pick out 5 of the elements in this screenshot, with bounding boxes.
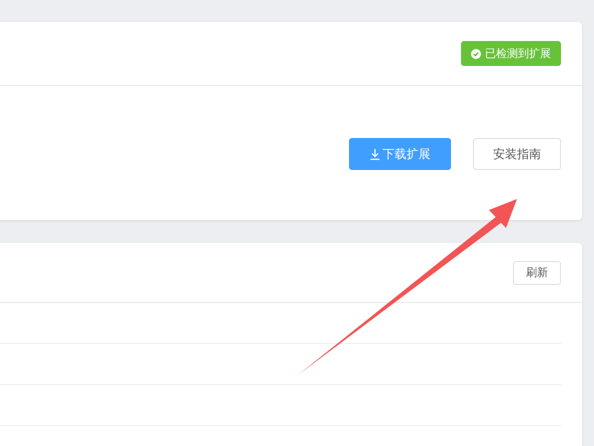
guide-button[interactable]: 安装指南 bbox=[473, 138, 561, 170]
refresh-button[interactable]: 刷新 bbox=[513, 260, 561, 284]
download-icon bbox=[370, 148, 380, 160]
status-badge: 已检测到扩展 bbox=[461, 41, 561, 66]
check-circle-icon bbox=[471, 48, 481, 58]
